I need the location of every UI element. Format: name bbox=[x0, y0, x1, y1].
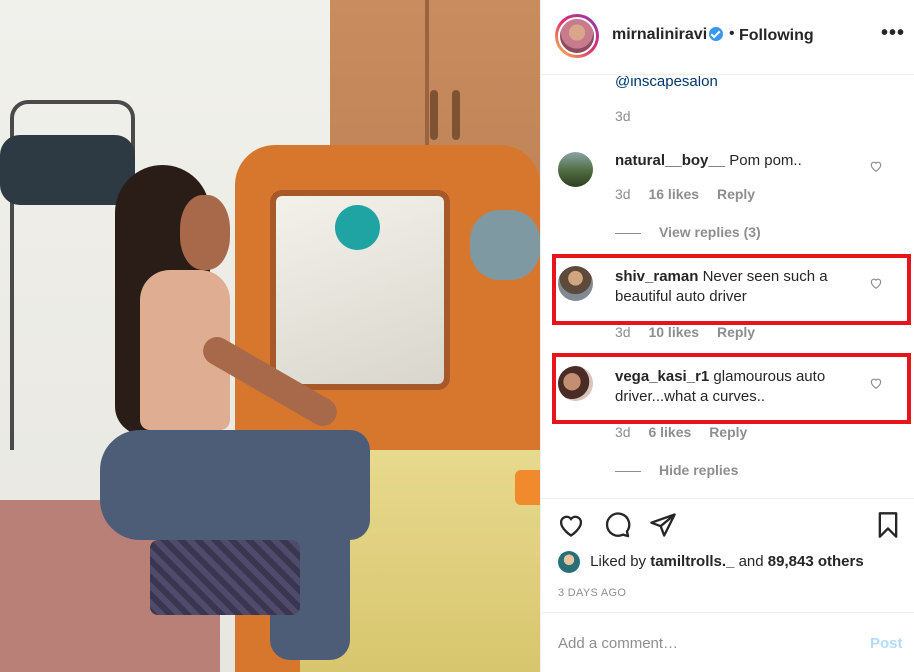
following-button[interactable]: Following bbox=[739, 27, 814, 45]
highlight-box bbox=[552, 254, 911, 325]
liked-by: Liked by tamiltrolls._ and 89,843 others bbox=[558, 551, 864, 573]
like-heart-icon[interactable] bbox=[869, 159, 883, 173]
post-header: mirnaliniravi • Following ••• bbox=[541, 0, 914, 75]
liked-by-avatar[interactable] bbox=[558, 551, 580, 573]
comment-meta: 3d 10 likes Reply bbox=[615, 324, 769, 340]
photo-door-handle bbox=[452, 90, 460, 140]
author-username[interactable]: mirnaliniravi bbox=[612, 26, 707, 44]
comment-username[interactable]: natural__boy__ bbox=[615, 152, 725, 169]
reply-button[interactable]: Reply bbox=[717, 186, 755, 202]
comment-likes[interactable]: 16 likes bbox=[648, 186, 699, 202]
highlight-box bbox=[552, 353, 911, 424]
hide-replies-label: Hide replies bbox=[659, 462, 739, 478]
liked-by-count[interactable]: 89,843 others bbox=[768, 553, 864, 570]
hide-replies-button[interactable]: Hide replies bbox=[615, 462, 738, 478]
comment-text: natural__boy__ Pom pom.. bbox=[615, 151, 865, 171]
comment-body: Pom pom.. bbox=[729, 152, 802, 169]
like-heart-icon[interactable] bbox=[557, 511, 585, 539]
comment-likes[interactable]: 6 likes bbox=[648, 424, 691, 440]
liked-by-prefix: Liked by bbox=[590, 552, 647, 570]
comment-input[interactable]: Add a comment… bbox=[558, 635, 678, 652]
comment-time: 3d bbox=[615, 424, 631, 440]
replies-line bbox=[615, 470, 641, 472]
mention-link[interactable]: @inscapesalon bbox=[615, 76, 718, 90]
comment-meta: 3d 16 likes Reply bbox=[615, 186, 769, 202]
header-separator: • bbox=[729, 25, 735, 42]
photo-door-handle bbox=[430, 90, 438, 140]
photo-spare-tire bbox=[0, 135, 135, 205]
share-paper-plane-icon[interactable] bbox=[649, 511, 677, 539]
liked-by-middle: and bbox=[738, 552, 764, 570]
commenter-avatar[interactable] bbox=[558, 152, 593, 187]
photo-seat bbox=[150, 540, 300, 615]
comment-meta: 3d 6 likes Reply bbox=[615, 424, 761, 440]
replies-line bbox=[615, 232, 641, 234]
view-replies-button[interactable]: View replies (3) bbox=[615, 224, 761, 240]
view-replies-label: View replies (3) bbox=[659, 224, 761, 240]
comment-time: 3d bbox=[615, 324, 631, 340]
bookmark-icon[interactable] bbox=[874, 511, 902, 539]
more-options-icon[interactable]: ••• bbox=[881, 22, 905, 45]
photo-indicator-light bbox=[515, 470, 540, 505]
comment-bubble-icon[interactable] bbox=[603, 511, 631, 539]
photo-mirror bbox=[470, 210, 540, 280]
verified-badge-icon bbox=[709, 27, 723, 41]
post-comment-button[interactable]: Post bbox=[870, 635, 903, 652]
caption-time: 3d bbox=[615, 108, 631, 124]
post-side-panel: mirnaliniravi • Following ••• @inscapesa… bbox=[540, 0, 914, 672]
author-avatar[interactable] bbox=[558, 17, 596, 55]
comment-time: 3d bbox=[615, 186, 631, 202]
reply-button[interactable]: Reply bbox=[709, 424, 747, 440]
post-actions: Liked by tamiltrolls._ and 89,843 others… bbox=[541, 498, 914, 612]
post-photo[interactable] bbox=[0, 0, 540, 672]
post-timestamp[interactable]: 3 DAYS AGO bbox=[558, 587, 626, 599]
reply-button[interactable]: Reply bbox=[717, 324, 755, 340]
liked-by-user[interactable]: tamiltrolls._ bbox=[650, 553, 734, 570]
photo-horn bbox=[335, 205, 380, 250]
comment-likes[interactable]: 10 likes bbox=[648, 324, 699, 340]
photo-person-face bbox=[180, 195, 230, 270]
add-comment-bar: Add a comment… Post bbox=[541, 612, 914, 672]
